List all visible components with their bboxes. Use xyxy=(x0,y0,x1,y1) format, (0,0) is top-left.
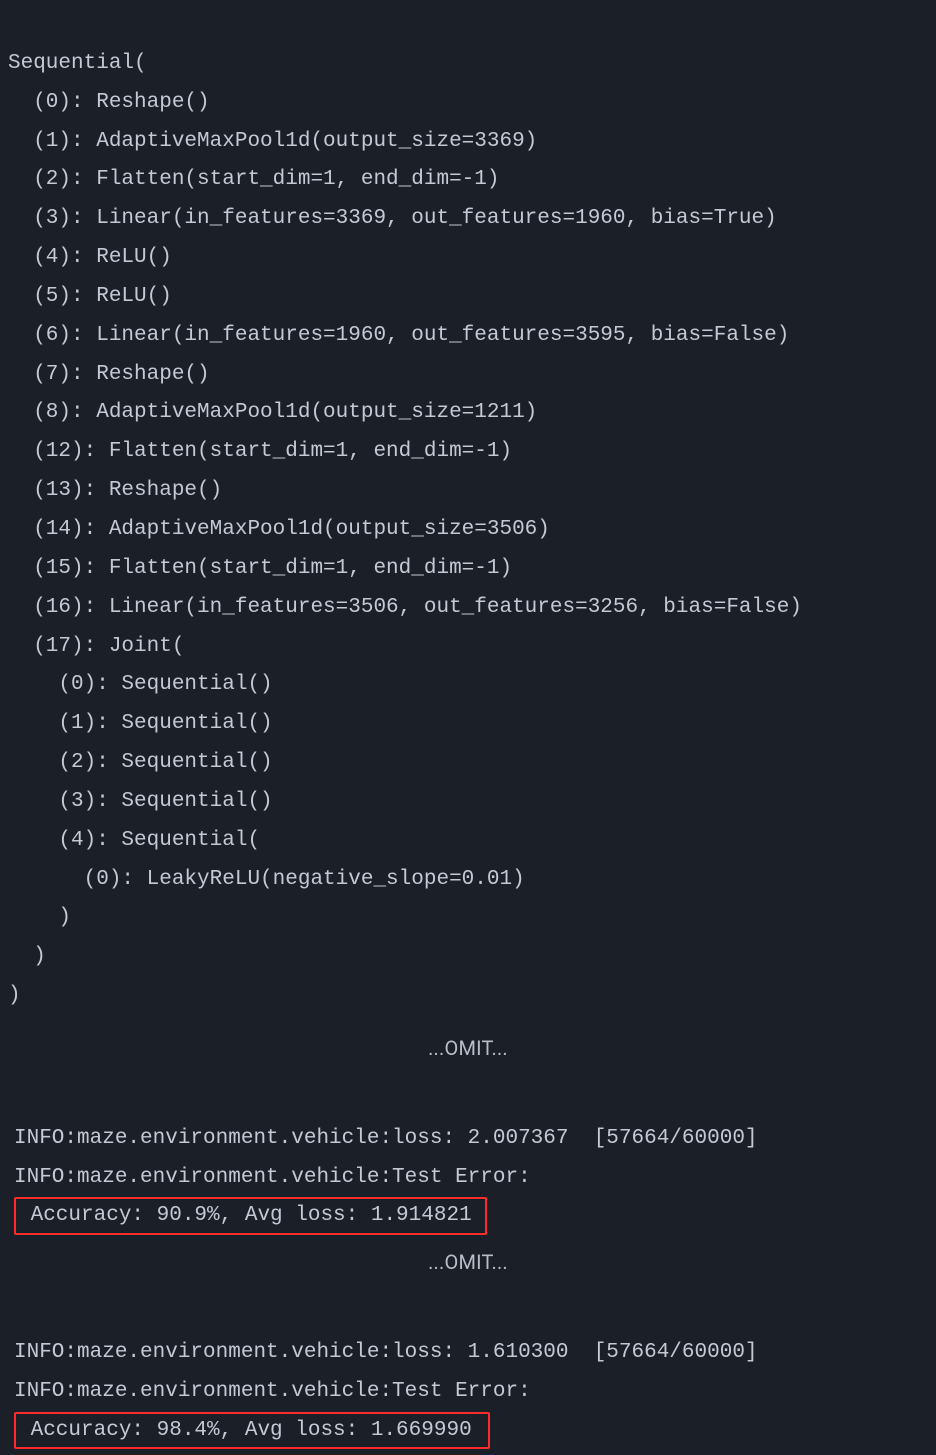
code-line: (12): Flatten(start_dim=1, end_dim=-1) xyxy=(8,440,512,463)
model-architecture-output: Sequential( (0): Reshape() (1): Adaptive… xyxy=(0,0,936,1026)
code-line: (1): Sequential() xyxy=(8,712,273,735)
code-line: (3): Sequential() xyxy=(8,790,273,813)
code-line: (4): Sequential( xyxy=(8,829,260,852)
code-line: (6): Linear(in_features=1960, out_featur… xyxy=(8,324,789,347)
code-line: ) xyxy=(8,984,21,1007)
training-log-1: INFO:maze.environment.vehicle:loss: 2.00… xyxy=(0,1081,936,1240)
code-line: (4): ReLU() xyxy=(8,246,172,269)
code-line: (14): AdaptiveMaxPool1d(output_size=3506… xyxy=(8,518,550,541)
training-log-2: INFO:maze.environment.vehicle:loss: 1.61… xyxy=(0,1295,936,1454)
code-line: (7): Reshape() xyxy=(8,363,210,386)
code-line: (0): LeakyReLU(negative_slope=0.01) xyxy=(8,868,525,891)
code-line: (13): Reshape() xyxy=(8,479,222,502)
loss-line: INFO:maze.environment.vehicle:loss: 2.00… xyxy=(14,1127,758,1150)
test-error-header: INFO:maze.environment.vehicle:Test Error… xyxy=(14,1166,543,1189)
omit-marker: ...OMIT... xyxy=(0,1240,936,1295)
accuracy-highlight: Accuracy: 90.9%, Avg loss: 1.914821 xyxy=(14,1197,487,1235)
accuracy-highlight: Accuracy: 98.4%, Avg loss: 1.669990 xyxy=(14,1412,490,1450)
code-line: (16): Linear(in_features=3506, out_featu… xyxy=(8,596,802,619)
code-line: ) xyxy=(8,906,71,929)
code-line: (0): Sequential() xyxy=(8,673,273,696)
code-line: Sequential( xyxy=(8,52,147,75)
test-error-header: INFO:maze.environment.vehicle:Test Error… xyxy=(14,1380,543,1403)
code-line: (17): Joint( xyxy=(8,635,184,658)
code-line: (15): Flatten(start_dim=1, end_dim=-1) xyxy=(8,557,512,580)
code-line: (1): AdaptiveMaxPool1d(output_size=3369) xyxy=(8,130,537,153)
code-line: (2): Flatten(start_dim=1, end_dim=-1) xyxy=(8,168,499,191)
code-line: (2): Sequential() xyxy=(8,751,273,774)
loss-line: INFO:maze.environment.vehicle:loss: 1.61… xyxy=(14,1341,758,1364)
code-line: ) xyxy=(8,945,46,968)
code-line: (5): ReLU() xyxy=(8,285,172,308)
code-line: (3): Linear(in_features=3369, out_featur… xyxy=(8,207,777,230)
omit-marker: ...OMIT... xyxy=(0,1026,936,1081)
code-line: (8): AdaptiveMaxPool1d(output_size=1211) xyxy=(8,401,537,424)
code-line: (0): Reshape() xyxy=(8,91,210,114)
